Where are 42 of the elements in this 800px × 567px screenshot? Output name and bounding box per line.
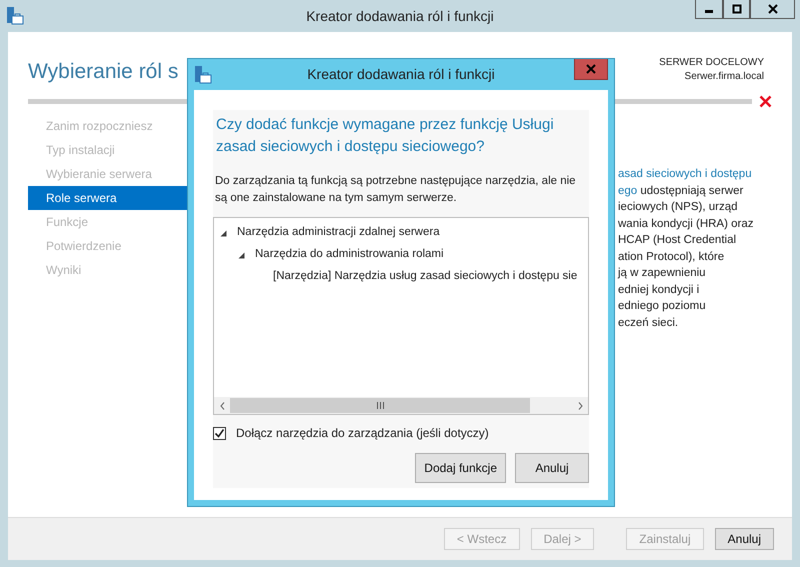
minimize-button[interactable] bbox=[695, 0, 723, 19]
scroll-right-icon[interactable] bbox=[578, 402, 582, 410]
description-text: HCAP (Host Credential bbox=[618, 234, 736, 246]
description-text: ieciowych (NPS), urząd bbox=[618, 201, 738, 213]
description-text: edniego poziomu bbox=[618, 300, 706, 312]
app-icon bbox=[194, 65, 212, 85]
description-link[interactable]: asad sieciowych i dostępu bbox=[618, 168, 752, 180]
scroll-thumb[interactable] bbox=[230, 398, 530, 413]
page-heading: Wybieranie ról s bbox=[28, 59, 178, 85]
wizard-step[interactable]: Role serwera bbox=[28, 186, 188, 210]
description-link[interactable]: ego bbox=[618, 184, 638, 196]
dialog-button[interactable]: Dodaj funkcje bbox=[415, 453, 506, 483]
description-text: ją w zapewnieniu bbox=[618, 267, 706, 279]
dialog-question: Czy dodać funkcje wymagane przez funkcję Usługi zasad sieciowych i dostępu sieciowego? bbox=[215, 115, 555, 157]
wizard-button[interactable]: Anuluj bbox=[714, 528, 774, 550]
tree-item[interactable]: Narzędzia do administrowania rolami bbox=[255, 246, 444, 264]
description-text: edniej kondycji i bbox=[618, 284, 700, 296]
dialog-button[interactable]: Anuluj bbox=[515, 453, 589, 483]
tree-item[interactable]: Narzędzia administracji zdalnej serwera bbox=[237, 224, 440, 242]
scroll-left-icon[interactable] bbox=[220, 402, 224, 410]
target-server-name: Serwer.firma.local bbox=[684, 70, 764, 84]
description-text: ation Protocol), które bbox=[618, 250, 724, 262]
close-button[interactable] bbox=[750, 0, 795, 19]
description-text: eczeń sieci. bbox=[618, 316, 678, 328]
expand-triangle-icon[interactable] bbox=[220, 230, 227, 236]
expand-triangle-icon[interactable] bbox=[238, 252, 245, 258]
description-text: udostępniają serwer bbox=[639, 184, 744, 196]
app-icon bbox=[6, 6, 24, 26]
window-title: Kreator dodawania ról i funkcji bbox=[306, 6, 494, 26]
close-icon bbox=[586, 64, 596, 74]
dialog-title: Kreator dodawania ról i funkcji bbox=[307, 65, 495, 84]
checkbox-label: Dołącz narzędzia do zarządzania (jeśli dotyczy) bbox=[236, 425, 489, 442]
dialog-message: Do zarządzania tą funkcją są potrzebne następujące narzędzia, ale nie są one zainstalowane na tym samym serwerze. bbox=[214, 174, 577, 206]
checkbox[interactable] bbox=[213, 426, 226, 440]
maximize-button[interactable] bbox=[723, 0, 750, 19]
maximize-icon bbox=[732, 4, 742, 14]
description-text: wania kondycji (HRA) oraz bbox=[618, 218, 754, 230]
error-icon bbox=[759, 95, 772, 108]
target-server-label: SERWER DOCELOWY bbox=[659, 56, 764, 70]
close-icon bbox=[768, 4, 778, 14]
horizontal-scrollbar[interactable] bbox=[214, 397, 588, 414]
tree-item[interactable]: [Narzędzia] Narzędzia usług zasad sieciowych i dostępu sie bbox=[273, 268, 578, 286]
